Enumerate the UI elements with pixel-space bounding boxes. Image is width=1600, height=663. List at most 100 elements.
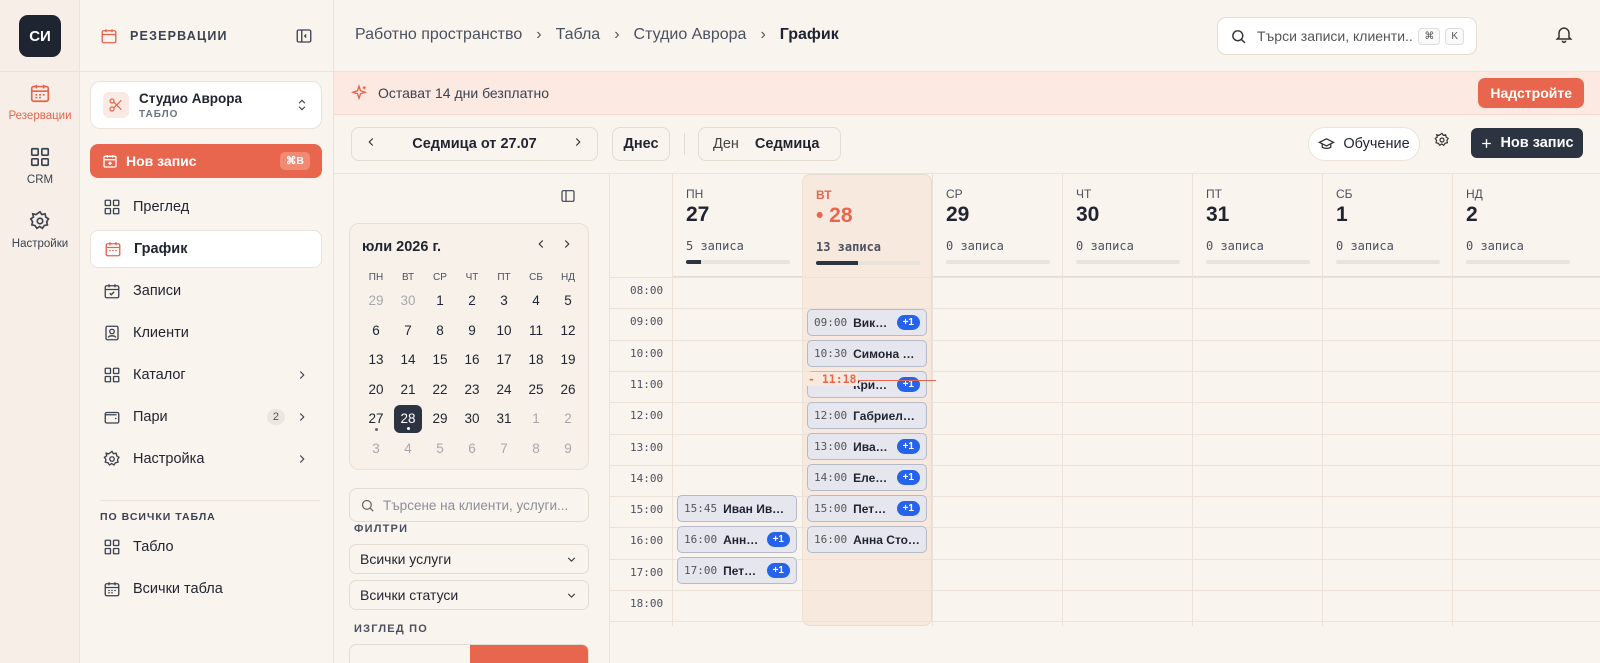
appointment-card[interactable]: 16:00 Анна Петрова +1 [677, 526, 797, 553]
sidebar-item-clients[interactable]: Клиенти [90, 314, 322, 352]
mini-calendar-day[interactable]: 3 [360, 434, 392, 464]
sidebar-item-catalog[interactable]: Каталог [90, 356, 322, 394]
mini-calendar-day[interactable]: 2 [552, 404, 584, 434]
mini-calendar-day[interactable]: 22 [424, 375, 456, 405]
day-header[interactable]: ПН 27 5 записа [673, 174, 802, 277]
mini-calendar-day[interactable]: 5 [424, 434, 456, 464]
sidebar-item-settings[interactable]: Настройка [90, 440, 322, 478]
day-header[interactable]: СБ 1 0 записа [1323, 174, 1452, 277]
chevron-left-icon[interactable] [534, 237, 548, 251]
appointment-card[interactable]: 17:00 Петьо Георгиев +1 [677, 557, 797, 584]
more-appointments-badge[interactable]: +1 [766, 563, 790, 578]
breadcrumb-item[interactable]: Работно пространство [355, 26, 522, 44]
mini-calendar-day[interactable]: 17 [488, 345, 520, 375]
chevron-right-icon[interactable] [560, 237, 574, 251]
mini-calendar-day[interactable]: 10 [488, 316, 520, 346]
mini-calendar-day[interactable]: 6 [360, 316, 392, 346]
appointment-card[interactable]: 15:45 Иван Иванов [677, 495, 797, 522]
mini-calendar-day[interactable]: 18 [520, 345, 552, 375]
mini-calendar-day[interactable]: 7 [392, 316, 424, 346]
mini-calendar-day[interactable]: 8 [520, 434, 552, 464]
mini-calendar-day[interactable]: 5 [552, 286, 584, 316]
appointment-card[interactable]: 14:00 Елена Димитрова +1 [807, 464, 927, 491]
mini-calendar-day[interactable]: 25 [520, 375, 552, 405]
view-day-option[interactable]: Ден [699, 136, 753, 152]
workspace-logo[interactable]: СИ [19, 15, 61, 57]
more-appointments-badge[interactable]: +1 [896, 439, 920, 454]
more-appointments-badge[interactable]: +1 [896, 470, 920, 485]
mini-calendar-day[interactable]: 8 [424, 316, 456, 346]
view-by-selected[interactable] [470, 645, 588, 663]
prev-week-button[interactable] [364, 135, 378, 153]
mini-calendar-day[interactable]: 14 [392, 345, 424, 375]
more-appointments-badge[interactable]: +1 [896, 315, 920, 330]
day-header[interactable]: ЧТ 30 0 записа [1063, 174, 1192, 277]
mini-calendar-day[interactable]: 27 [360, 404, 392, 434]
mini-calendar-day[interactable]: 2 [456, 286, 488, 316]
breadcrumb-item[interactable]: Студио Аврора [634, 26, 747, 44]
mini-calendar-day[interactable]: 3 [488, 286, 520, 316]
rail-item-crm[interactable]: CRM [0, 146, 80, 186]
mini-calendar-day[interactable]: 19 [552, 345, 584, 375]
statuses-filter[interactable]: Всички статуси [349, 580, 589, 610]
day-header[interactable]: НД 2 0 записа [1453, 174, 1600, 277]
day-header[interactable]: ПТ 31 0 записа [1193, 174, 1322, 277]
sidebar-item-dashboard[interactable]: Табло [90, 528, 322, 566]
collapse-sidebar-icon[interactable] [295, 27, 313, 45]
appointment-card[interactable]: 16:00 Анна Стоянова [807, 526, 927, 553]
rail-item-reservations[interactable]: Резервации [0, 82, 80, 122]
mini-calendar-day[interactable]: 23 [456, 375, 488, 405]
more-appointments-badge[interactable]: +1 [896, 501, 920, 516]
collapse-panel-icon[interactable] [560, 188, 576, 204]
client-search[interactable]: Търсене на клиенти, услуги... [349, 488, 589, 522]
mini-calendar-day[interactable]: 21 [392, 375, 424, 405]
view-by-toggle[interactable] [349, 644, 589, 663]
gear-icon[interactable] [1434, 132, 1450, 148]
mini-calendar-day[interactable]: 30 [456, 404, 488, 434]
appointment-card[interactable]: 13:00 Иванка Петрова+1 [807, 433, 927, 460]
mini-calendar-day[interactable]: 15 [424, 345, 456, 375]
mini-calendar-day[interactable]: 11 [520, 316, 552, 346]
mini-calendar-day[interactable]: 29 [360, 286, 392, 316]
mini-calendar-day[interactable]: 4 [392, 434, 424, 464]
next-week-button[interactable] [571, 135, 585, 153]
view-week-option[interactable]: Седмица [753, 136, 834, 152]
learn-button[interactable]: Обучение [1308, 127, 1420, 161]
studio-switcher[interactable]: Студио Аврора ТАБЛО [90, 81, 322, 129]
rail-item-settings[interactable]: Настройки [0, 210, 80, 250]
mini-calendar-day[interactable]: 24 [488, 375, 520, 405]
sidebar-item-all-dashboards[interactable]: Всички табла [90, 570, 322, 608]
mini-calendar-day[interactable]: 7 [488, 434, 520, 464]
sidebar-item-overview[interactable]: Преглед [90, 188, 322, 226]
mini-calendar-day[interactable]: 6 [456, 434, 488, 464]
more-appointments-badge[interactable]: +1 [766, 532, 790, 547]
mini-calendar-day[interactable]: 1 [424, 286, 456, 316]
appointment-card[interactable]: 10:30 Симона Николова [807, 340, 927, 367]
client-search-input[interactable]: Търсене на клиенти, услуги... [383, 498, 568, 513]
mini-calendar-day[interactable]: 9 [552, 434, 584, 464]
mini-calendar-day[interactable]: 29 [424, 404, 456, 434]
upgrade-button[interactable]: Надстройте [1478, 78, 1584, 108]
search-input[interactable]: Търси записи, клиенти... [1257, 28, 1413, 44]
bell-icon[interactable] [1554, 24, 1574, 44]
appointment-card[interactable]: 09:00 Виктория Петрова +1 [807, 309, 927, 336]
global-search[interactable]: Търси записи, клиенти... ⌘ K [1217, 17, 1477, 55]
today-button[interactable]: Днес [612, 127, 670, 161]
day-header[interactable]: ВТ • 28 13 записа [803, 175, 931, 278]
mini-calendar-day[interactable]: 31 [488, 404, 520, 434]
breadcrumb-item[interactable]: Табла [556, 26, 601, 44]
new-record-button[interactable]: Нов запис [1471, 128, 1583, 158]
mini-calendar-day[interactable]: 20 [360, 375, 392, 405]
mini-calendar-day[interactable]: 12 [552, 316, 584, 346]
mini-calendar-day[interactable]: 16 [456, 345, 488, 375]
mini-calendar-day[interactable]: 1 [520, 404, 552, 434]
services-filter[interactable]: Всички услуги [349, 544, 589, 574]
appointment-card[interactable]: 12:00 Габриела Маринова [807, 402, 927, 429]
mini-calendar-day[interactable]: 30 [392, 286, 424, 316]
sidebar-item-records[interactable]: Записи [90, 272, 322, 310]
mini-calendar-day[interactable]: 13 [360, 345, 392, 375]
mini-calendar-day[interactable]: 9 [456, 316, 488, 346]
new-record-button[interactable]: Нов запис ⌘B [90, 144, 322, 178]
mini-calendar-day[interactable]: 26 [552, 375, 584, 405]
appointment-card[interactable]: 15:00 Петьо Стоянов +1 [807, 495, 927, 522]
